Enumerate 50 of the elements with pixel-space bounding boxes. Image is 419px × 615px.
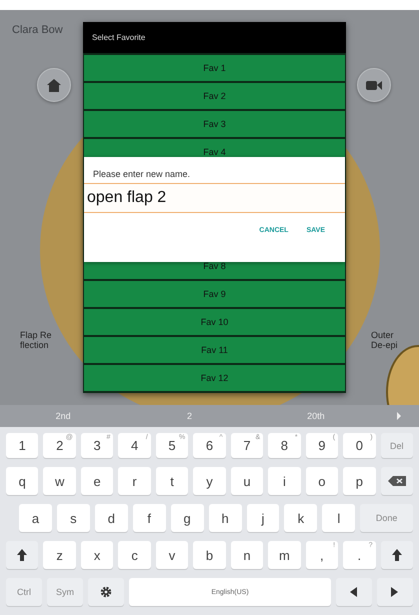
favorite-item[interactable]: Fav 10: [84, 309, 345, 335]
keyboard-key[interactable]: s: [56, 504, 90, 532]
user-name: Clara Bow: [11, 23, 64, 38]
keyboard-key[interactable]: q: [6, 467, 38, 495]
keyboard-key[interactable]: v: [156, 541, 188, 569]
keyboard-key[interactable]: k: [284, 504, 318, 532]
keyboard-key[interactable]: j: [246, 504, 280, 532]
keyboard-key[interactable]: u: [230, 467, 264, 495]
video-camera-icon: [366, 80, 382, 90]
keyboard-key[interactable]: z: [43, 541, 76, 569]
keyboard-key[interactable]: w: [43, 467, 76, 495]
favorite-item[interactable]: Fav 3: [84, 111, 345, 137]
keyboard-key[interactable]: f: [132, 504, 166, 532]
shift-icon[interactable]: [17, 549, 28, 561]
favorite-item[interactable]: Fav 11: [84, 337, 345, 363]
keyboard-key[interactable]: c: [118, 541, 151, 569]
keyboard-key[interactable]: n: [230, 541, 264, 569]
favorite-item[interactable]: Fav 2: [84, 83, 345, 109]
keyboard-key[interactable]: p: [343, 467, 376, 495]
keyboard-key[interactable]: a: [19, 504, 52, 532]
home-button[interactable]: [37, 68, 71, 102]
dialog-title: Select Favorite: [83, 22, 346, 53]
keyboard-key[interactable]: g: [170, 504, 204, 532]
shift-icon[interactable]: [392, 549, 402, 561]
right-arrow-icon[interactable]: [391, 587, 398, 597]
home-icon: [47, 78, 61, 92]
keyboard-key[interactable]: o: [306, 467, 338, 495]
keyboard-key[interactable]: b: [193, 541, 226, 569]
backspace-icon[interactable]: [388, 476, 406, 486]
side-label: Flap Re flection: [19, 330, 53, 350]
keyboard-key[interactable]: r: [118, 467, 151, 495]
keyboard-key[interactable]: 1: [6, 433, 38, 458]
keyboard-key[interactable]: t: [156, 467, 188, 495]
keyboard-key[interactable]: d: [94, 504, 128, 532]
name-input[interactable]: open flap 2: [84, 184, 345, 212]
keyboard-key[interactable]: h: [208, 504, 242, 532]
camera-button[interactable]: [357, 68, 391, 102]
gear-icon[interactable]: [100, 586, 112, 598]
favorite-item[interactable]: Fav 12: [84, 365, 345, 391]
side-label: Outer De-epi: [370, 330, 399, 350]
keyboard-key[interactable]: i: [268, 467, 301, 495]
left-arrow-icon[interactable]: [350, 587, 358, 597]
keyboard-key[interactable]: x: [80, 541, 114, 569]
keyboard-key[interactable]: e: [80, 467, 114, 495]
keyboard-key[interactable]: l: [322, 504, 356, 532]
favorite-item[interactable]: Fav 1: [84, 55, 345, 81]
prompt-text: Please enter new name.: [92, 168, 192, 181]
favorite-item[interactable]: Fav 9: [84, 281, 345, 307]
keyboard-key[interactable]: y: [193, 467, 226, 495]
keyboard-key[interactable]: m: [268, 541, 301, 569]
